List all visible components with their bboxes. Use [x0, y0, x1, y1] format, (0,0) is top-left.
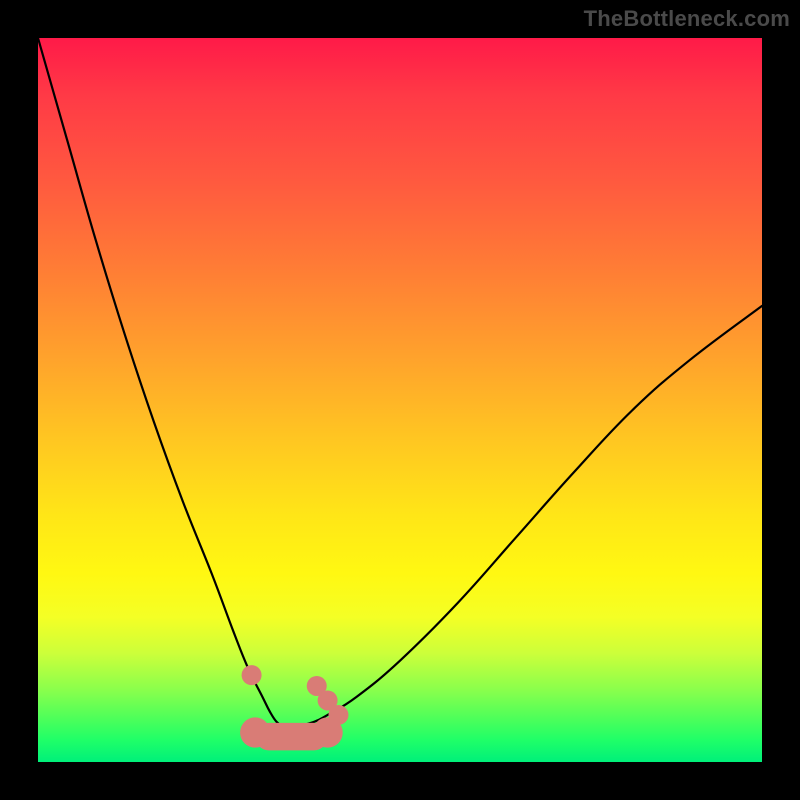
left-dot-dot	[242, 665, 262, 685]
curve-svg	[38, 38, 762, 762]
data-markers	[242, 665, 349, 725]
chart-frame: TheBottleneck.com	[0, 0, 800, 800]
watermark-text: TheBottleneck.com	[584, 6, 790, 32]
valley-bar-cap-right	[312, 717, 342, 747]
valley-bar-cap-left	[240, 717, 270, 747]
valley-bar	[240, 717, 343, 750]
plot-area	[38, 38, 762, 762]
bottleneck-curve	[38, 38, 762, 726]
